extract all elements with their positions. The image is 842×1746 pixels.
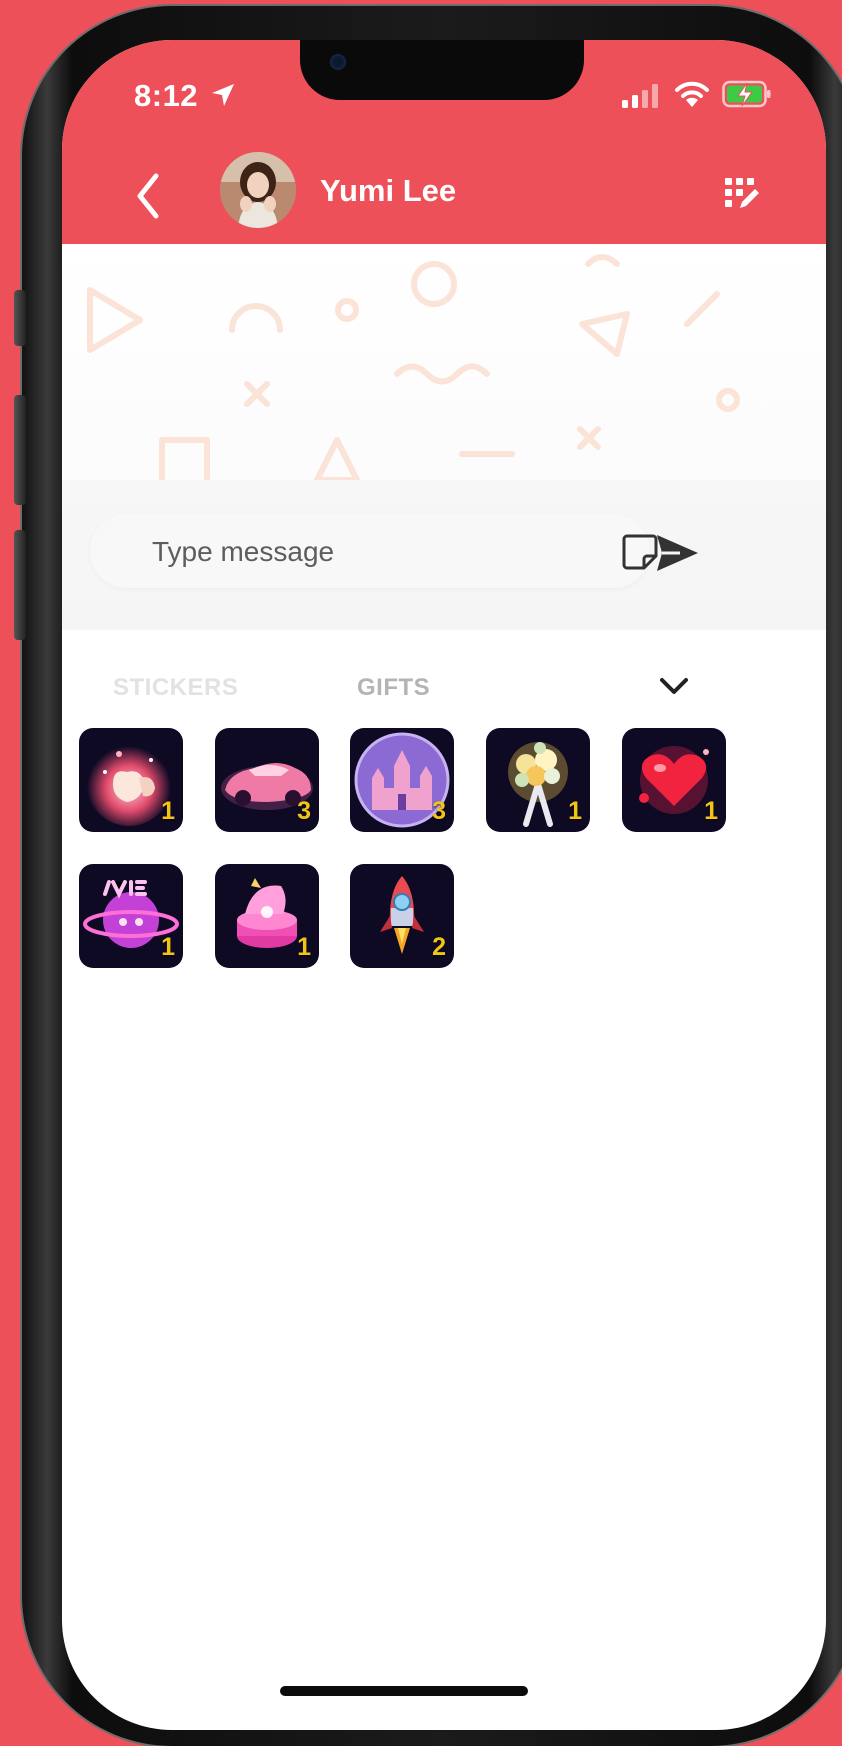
avatar[interactable] <box>220 152 296 228</box>
silent-switch <box>14 290 26 346</box>
gift-item[interactable]: 1 <box>79 864 183 968</box>
battery-charging-icon <box>722 80 771 108</box>
tab-stickers[interactable]: STICKERS <box>113 674 238 702</box>
location-arrow-icon <box>212 84 234 106</box>
gift-item[interactable]: 1 <box>215 864 319 968</box>
status-time: 8:12 <box>134 78 199 113</box>
contact-name[interactable]: Yumi Lee <box>320 173 456 209</box>
chevron-down-icon[interactable] <box>654 672 694 702</box>
gift-item[interactable]: 3 <box>350 728 454 832</box>
grid-edit-icon[interactable] <box>722 174 762 214</box>
gift-count: 1 <box>161 797 175 825</box>
message-input-container <box>90 514 658 588</box>
cellular-signal-icon <box>622 84 658 108</box>
app-screen: 8:12 Yumi Lee Type message STICKERS GIFT… <box>62 40 826 1730</box>
gift-count: 1 <box>568 797 582 825</box>
gift-count: 2 <box>432 933 446 961</box>
gift-item[interactable]: 1 <box>622 728 726 832</box>
message-input[interactable] <box>150 526 574 578</box>
tab-gifts[interactable]: GIFTS <box>357 674 430 702</box>
volume-down-button <box>14 530 26 640</box>
gift-item[interactable]: 1 <box>79 728 183 832</box>
picker-tabs: STICKERS GIFTS <box>62 630 826 730</box>
wifi-icon <box>675 81 709 107</box>
gift-item[interactable]: 2 <box>350 864 454 968</box>
avatar-photo <box>220 152 296 228</box>
chevron-left-icon[interactable] <box>128 168 168 224</box>
gift-count: 3 <box>297 797 311 825</box>
gift-count: 3 <box>432 797 446 825</box>
gift-count: 1 <box>161 933 175 961</box>
gift-item[interactable]: 1 <box>486 728 590 832</box>
message-composer <box>62 480 826 630</box>
home-indicator[interactable] <box>280 1686 528 1696</box>
notch <box>300 40 584 100</box>
front-camera <box>330 54 346 70</box>
send-icon[interactable] <box>654 532 700 574</box>
volume-up-button <box>14 395 26 505</box>
gift-count: 1 <box>297 933 311 961</box>
gift-item[interactable]: 3 <box>215 728 319 832</box>
gift-count: 1 <box>704 797 718 825</box>
